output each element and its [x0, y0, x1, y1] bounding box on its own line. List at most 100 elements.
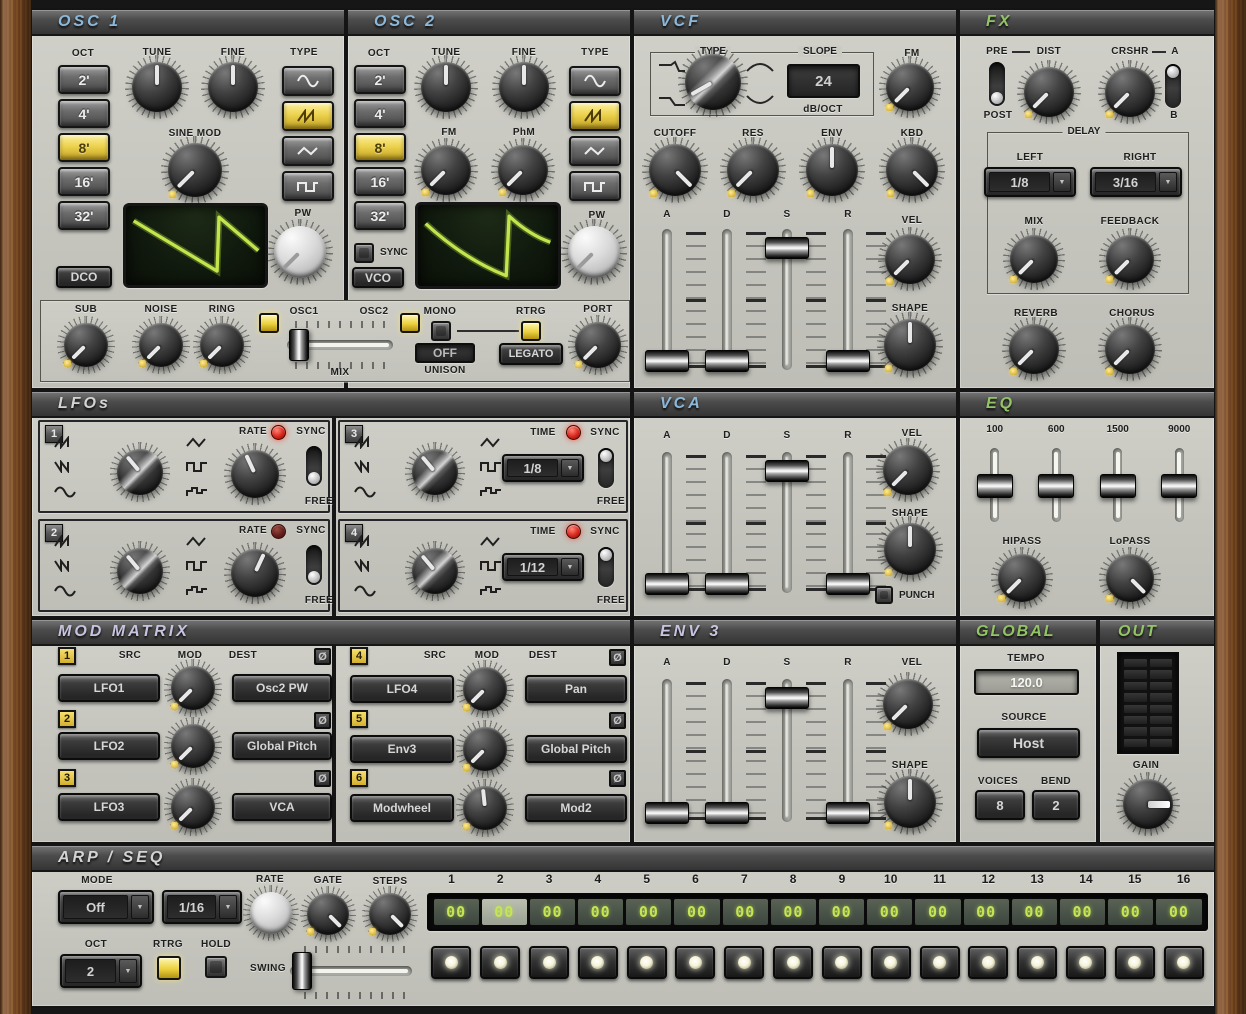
env3-attack-slider[interactable]	[645, 679, 689, 822]
vcf-cutoff-knob[interactable]	[649, 144, 701, 196]
vcf-decay-slider[interactable]	[705, 229, 749, 370]
step-toggle-button[interactable]	[822, 946, 862, 979]
step-toggle-button[interactable]	[1164, 946, 1204, 979]
matrix-slot4-clear-button[interactable]: Ø	[609, 649, 626, 666]
voices-button[interactable]: 8	[975, 790, 1025, 820]
arp-rtrg-button[interactable]	[157, 956, 181, 980]
osc1-oct-button[interactable]: 32'	[58, 201, 110, 230]
vcf-attack-slider[interactable]	[645, 229, 689, 370]
step-toggle-button[interactable]	[1115, 946, 1155, 979]
fx-mix-knob[interactable]	[1010, 235, 1058, 283]
fx-feedback-knob[interactable]	[1106, 235, 1154, 283]
vca-vel-knob[interactable]	[883, 445, 933, 495]
osc1-mix-led-button[interactable]	[259, 313, 279, 333]
env3-vel-knob[interactable]	[883, 679, 933, 729]
bend-button[interactable]: 2	[1032, 790, 1080, 820]
osc2-type-saw-button[interactable]	[569, 101, 621, 131]
lfo1-rate-knob[interactable]	[231, 450, 279, 498]
arp-rate-knob[interactable]	[250, 892, 292, 934]
osc1-type-square-button[interactable]	[282, 171, 334, 201]
osc1-oct-button[interactable]: 8'	[58, 133, 110, 162]
lfo2-wave-knob[interactable]	[117, 548, 163, 594]
osc1-oct-button[interactable]: 16'	[58, 167, 110, 196]
env3-shape-knob[interactable]	[884, 776, 936, 828]
vcf-slope-display[interactable]: 24	[787, 64, 860, 98]
vcf-kbd-knob[interactable]	[886, 144, 938, 196]
osc2-tune-knob[interactable]	[421, 62, 471, 112]
matrix-slot1-clear-button[interactable]: Ø	[314, 648, 331, 665]
lfo2-sync-free-toggle[interactable]	[306, 545, 322, 585]
gain-knob[interactable]	[1123, 779, 1173, 829]
env3-release-slider[interactable]	[826, 679, 870, 822]
matrix-slot5-clear-button[interactable]: Ø	[609, 712, 626, 729]
matrix-slot6-src-button[interactable]: Modwheel	[350, 794, 454, 822]
fx-delay-right-dropdown[interactable]: 3/16▼	[1090, 167, 1182, 197]
eq-band-slider[interactable]	[977, 448, 1013, 522]
osc1-oct-button[interactable]: 4'	[58, 99, 110, 128]
matrix-slot5-src-button[interactable]: Env3	[350, 735, 454, 763]
osc2-sync-checkbox[interactable]	[354, 243, 374, 263]
arp-swing-slider[interactable]	[290, 952, 412, 990]
arp-oct-dropdown[interactable]: 2▼	[60, 954, 142, 988]
fx-ab-toggle[interactable]	[1165, 64, 1181, 108]
eq-hipass-knob[interactable]	[998, 554, 1046, 602]
sub-knob[interactable]	[64, 323, 108, 367]
lfo1-wave-knob[interactable]	[117, 449, 163, 495]
osc2-type-square-button[interactable]	[569, 171, 621, 201]
vcf-sustain-slider[interactable]	[765, 229, 809, 370]
osc1-tune-knob[interactable]	[132, 62, 182, 112]
step-toggle-button[interactable]	[431, 946, 471, 979]
fx-chorus-knob[interactable]	[1105, 324, 1155, 374]
matrix-slot2-mod-knob[interactable]	[171, 724, 215, 768]
lfo3-wave-knob[interactable]	[412, 449, 458, 495]
matrix-slot1-src-button[interactable]: LFO1	[58, 674, 160, 702]
rtrg-button[interactable]	[521, 321, 541, 341]
lfo4-sync-free-toggle[interactable]	[598, 547, 614, 587]
fx-reverb-knob[interactable]	[1009, 324, 1059, 374]
arp-mode-dropdown[interactable]: Off▼	[58, 890, 154, 924]
matrix-slot6-dest-button[interactable]: Mod2	[525, 794, 627, 822]
matrix-slot6-mod-knob[interactable]	[463, 786, 507, 830]
vcf-res-knob[interactable]	[727, 144, 779, 196]
vca-shape-knob[interactable]	[884, 523, 936, 575]
lfo3-sync-free-toggle[interactable]	[598, 448, 614, 488]
step-toggle-button[interactable]	[920, 946, 960, 979]
unison-display[interactable]: OFF	[415, 343, 475, 363]
step-toggle-button[interactable]	[627, 946, 667, 979]
osc2-mix-led-button[interactable]	[400, 313, 420, 333]
step-toggle-button[interactable]	[724, 946, 764, 979]
fx-prepost-toggle[interactable]	[989, 62, 1005, 106]
osc1-pw-knob[interactable]	[274, 226, 326, 278]
osc1-oct-button[interactable]: 2'	[58, 65, 110, 94]
env3-sustain-slider[interactable]	[765, 679, 809, 822]
step-toggle-button[interactable]	[529, 946, 569, 979]
matrix-slot6-clear-button[interactable]: Ø	[609, 770, 626, 787]
osc2-pw-knob[interactable]	[568, 226, 620, 278]
step-toggle-button[interactable]	[773, 946, 813, 979]
matrix-slot2-src-button[interactable]: LFO2	[58, 732, 160, 760]
step-toggle-button[interactable]	[968, 946, 1008, 979]
osc2-fm-knob[interactable]	[421, 145, 471, 195]
ring-knob[interactable]	[200, 323, 244, 367]
matrix-slot3-clear-button[interactable]: Ø	[314, 770, 331, 787]
matrix-slot3-dest-button[interactable]: VCA	[232, 793, 332, 821]
vcf-release-slider[interactable]	[826, 229, 870, 370]
eq-lopass-knob[interactable]	[1106, 554, 1154, 602]
matrix-slot5-mod-knob[interactable]	[463, 727, 507, 771]
vcf-vel-knob[interactable]	[885, 234, 935, 284]
matrix-slot3-src-button[interactable]: LFO3	[58, 793, 160, 821]
vca-punch-checkbox[interactable]	[875, 586, 893, 604]
vcf-fm-knob[interactable]	[886, 63, 934, 111]
vca-sustain-slider[interactable]	[765, 452, 809, 593]
matrix-slot1-mod-knob[interactable]	[171, 666, 215, 710]
matrix-slot1-dest-button[interactable]: Osc2 PW	[232, 674, 332, 702]
arp-rate-dropdown[interactable]: 1/16▼	[162, 890, 242, 924]
mix-slider-handle[interactable]	[289, 329, 309, 361]
osc1-dco-button[interactable]: DCO	[56, 266, 112, 288]
arp-swing-handle[interactable]	[292, 952, 312, 990]
matrix-slot5-dest-button[interactable]: Global Pitch	[525, 735, 627, 763]
vca-attack-slider[interactable]	[645, 452, 689, 593]
osc2-type-sine-button[interactable]	[569, 66, 621, 96]
mono-button[interactable]	[431, 321, 451, 341]
osc1-type-saw-button[interactable]	[282, 101, 334, 131]
